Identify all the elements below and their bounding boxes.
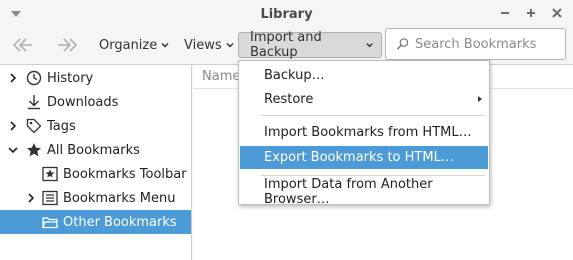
chevron-right-icon[interactable] [7,72,19,84]
tree-item-history[interactable]: History [0,66,191,90]
minimize-icon[interactable] [497,4,513,22]
toolbar: Organize Views Import and Backup [0,28,573,62]
tree-item-all-bookmarks[interactable]: All Bookmarks [0,138,191,162]
forward-arrow-icon [58,38,78,52]
maximize-icon[interactable] [523,4,539,22]
chevron-right-icon[interactable] [25,192,37,204]
chevron-down-icon [226,42,234,48]
chevron-down-icon [161,42,169,48]
search-icon [396,38,409,50]
views-label: Views [184,37,222,53]
chevron-right-icon[interactable] [7,120,19,132]
chevron-down-icon[interactable] [7,144,19,156]
tree-item-label: Bookmarks Menu [63,190,176,206]
tree-item-bookmarks-toolbar[interactable]: Bookmarks Toolbar [0,162,191,186]
back-button[interactable] [10,32,36,58]
star-icon [26,142,42,158]
chevron-down-icon [366,43,373,48]
folder-icon [42,214,58,230]
tree-item-label: Other Bookmarks [63,214,177,230]
tree-item-label: Bookmarks Toolbar [63,166,187,182]
tree-item-label: Tags [47,118,76,134]
import-backup-dropdown: Backup… Restore Import Bookmarks from HT… [238,60,490,207]
window-title: Library [260,6,313,22]
import-backup-menu-button[interactable]: Import and Backup [238,30,382,60]
search-box[interactable] [385,28,566,60]
tree-item-other-bookmarks[interactable]: Other Bookmarks [0,210,191,234]
import-backup-label: Import and Backup [250,30,322,60]
views-menu-button[interactable]: Views [178,32,240,58]
tree-item-label: Downloads [47,94,119,110]
tree-item-label: History [47,70,94,86]
tag-icon [26,118,42,134]
download-icon [26,94,42,110]
bookmarks-menu-icon [42,190,58,206]
bookmarks-toolbar-icon [42,166,58,182]
menu-item-label: Backup… [264,68,325,83]
column-header-label: Name [202,69,241,84]
tree-item-label: All Bookmarks [47,142,140,158]
submenu-arrow-icon [478,96,482,102]
tree-item-tags[interactable]: Tags [0,114,191,138]
menu-item-export-html[interactable]: Export Bookmarks to HTML… [240,146,488,169]
menu-item-restore[interactable]: Restore [240,88,488,111]
organize-label: Organize [99,37,158,53]
title-bar: Library [0,0,573,28]
menu-item-label: Import Data from Another Browser… [264,176,433,207]
places-tree: History Downloads Tags All Bookmarks Boo… [0,65,192,260]
window-controls [497,4,565,22]
menu-item-backup[interactable]: Backup… [240,64,488,87]
forward-button[interactable] [54,32,80,58]
menu-separator [261,115,485,116]
menu-item-label: Import Bookmarks from HTML… [264,125,472,140]
window-menu-icon[interactable] [10,8,22,20]
back-arrow-icon [12,38,32,52]
organize-menu-button[interactable]: Organize [93,32,175,58]
menu-item-label: Export Bookmarks to HTML… [264,150,454,165]
tree-item-bookmarks-menu[interactable]: Bookmarks Menu [0,186,191,210]
menu-item-label: Restore [264,92,314,107]
search-input[interactable] [415,36,565,52]
clock-icon [26,70,42,86]
menu-item-import-html[interactable]: Import Bookmarks from HTML… [240,121,488,144]
menu-item-import-browser[interactable]: Import Data from Another Browser… [240,177,488,207]
tree-item-downloads[interactable]: Downloads [0,90,191,114]
library-window: Library Organize Views Import and Backup… [0,0,573,260]
close-icon[interactable] [549,4,565,22]
